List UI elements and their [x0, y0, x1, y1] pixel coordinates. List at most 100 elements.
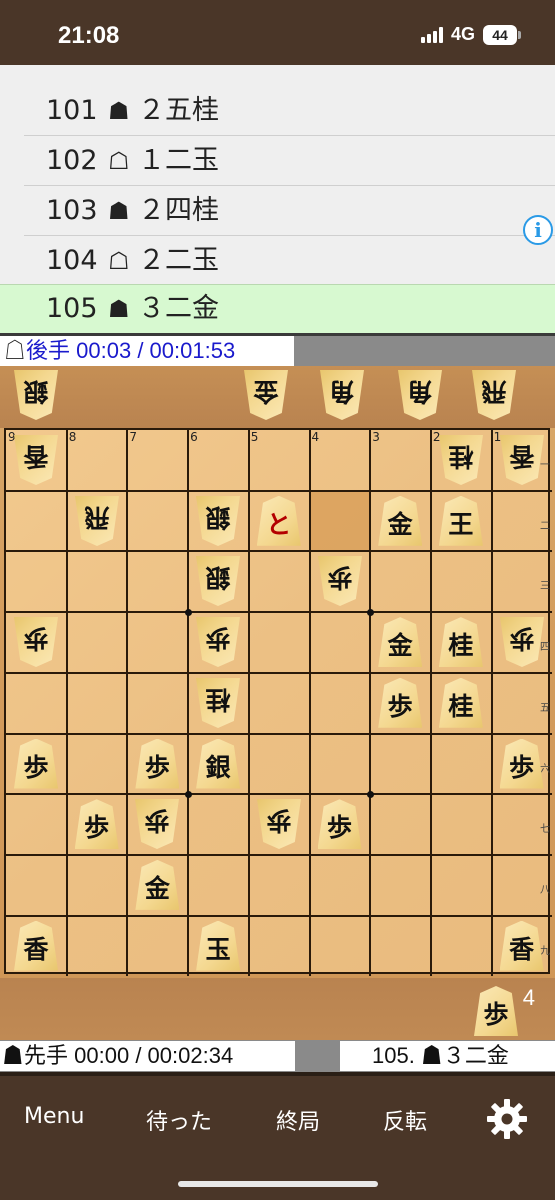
sente-piece[interactable]: 玉: [196, 920, 241, 971]
gote-piece[interactable]: 桂: [196, 678, 240, 728]
flip-board-button[interactable]: 反転: [383, 1104, 427, 1136]
gote-timer: ☖後手 00:03 / 00:01:53: [0, 336, 294, 366]
piece-label: 飛: [84, 502, 110, 532]
move-text: ２五桂: [138, 94, 219, 126]
gote-mark-icon: ☖: [4, 338, 27, 363]
status-time: 21:08: [58, 22, 120, 49]
star-point: [184, 790, 192, 798]
move-number: 101: [46, 94, 98, 126]
gote-mark-icon: ☖: [108, 146, 130, 175]
sente-mark-icon: ☗: [2, 1043, 25, 1068]
grid-line: [6, 793, 553, 796]
piece-label: 歩: [509, 752, 535, 782]
sente-piece[interactable]: 銀: [196, 738, 241, 789]
piece-label: 歩: [144, 806, 170, 836]
move-number: 104: [46, 244, 98, 276]
piece-label: 香: [23, 442, 49, 471]
gote-piece[interactable]: 銀: [14, 370, 58, 420]
piece-label: 桂: [205, 684, 231, 714]
gote-time: 00:03 / 00:01:53: [76, 338, 236, 363]
row-label: 八: [540, 884, 550, 896]
piece-label: 歩: [387, 691, 413, 721]
gote-piece[interactable]: 歩: [135, 799, 179, 849]
gote-piece[interactable]: 歩: [318, 556, 362, 606]
move-number: 105: [46, 293, 98, 324]
sente-piece[interactable]: 歩: [378, 677, 423, 728]
piece-label: 歩: [266, 806, 292, 836]
sente-piece[interactable]: 香: [499, 920, 544, 971]
column-label: 8: [68, 430, 77, 444]
sente-piece[interactable]: 金: [378, 495, 423, 546]
home-indicator[interactable]: [178, 1181, 378, 1187]
piece-label: 香: [509, 442, 535, 471]
gote-piece[interactable]: 歩: [257, 799, 301, 849]
sente-piece[interactable]: 歩: [317, 799, 362, 850]
info-icon[interactable]: i: [523, 215, 553, 245]
grid-line: [126, 430, 129, 977]
sente-piece[interactable]: 歩: [499, 738, 544, 789]
gote-piece[interactable]: 銀: [196, 496, 240, 546]
row-label: 七: [540, 824, 550, 836]
grid-line: [490, 430, 493, 977]
star-point: [366, 608, 374, 616]
column-label: 3: [372, 430, 380, 444]
piece-label: 金: [253, 377, 279, 406]
piece-label: 歩: [205, 624, 231, 654]
gote-piece[interactable]: 歩: [14, 617, 58, 667]
sente-piece[interactable]: 金: [378, 617, 423, 668]
sente-hand[interactable]: [0, 978, 555, 1040]
move-list[interactable]: 101 ☗ ２五桂 102 ☖ １二玉 103 ☗ ２四桂 104 ☖ ２二玉 …: [0, 65, 555, 333]
gote-piece[interactable]: 飛: [75, 496, 119, 546]
row-label: 五: [540, 702, 550, 714]
gote-piece[interactable]: 歩: [196, 617, 240, 667]
gote-piece[interactable]: 桂: [439, 435, 483, 485]
gote-piece[interactable]: 角: [320, 370, 364, 420]
grid-line: [308, 430, 311, 977]
sente-piece[interactable]: 歩: [74, 799, 119, 850]
sente-timer: ☗先手 00:00 / 00:02:34: [0, 1041, 295, 1071]
sente-piece[interactable]: 歩: [135, 738, 180, 789]
move-row[interactable]: 101 ☗ ２五桂: [24, 86, 555, 136]
move-number: 103: [46, 194, 98, 226]
piece-label: と: [266, 509, 292, 539]
gote-piece[interactable]: 歩: [500, 617, 544, 667]
piece-label: 角: [407, 377, 433, 406]
sente-piece[interactable]: と: [256, 495, 301, 546]
last-move-highlight: [309, 490, 371, 552]
move-row[interactable]: 103 ☗ ２四桂: [24, 186, 555, 236]
piece-label: 歩: [23, 752, 49, 782]
move-row[interactable]: 104 ☖ ２二玉: [24, 236, 555, 286]
sente-piece[interactable]: 歩: [474, 986, 518, 1036]
piece-label: 歩: [144, 752, 170, 782]
gote-piece[interactable]: 銀: [196, 556, 240, 606]
gote-label: 後手: [26, 338, 71, 363]
move-number: 102: [46, 144, 98, 176]
sente-piece[interactable]: 王: [438, 495, 483, 546]
piece-label: 桂: [448, 442, 474, 471]
gear-icon[interactable]: [486, 1098, 528, 1140]
piece-label: 金: [387, 631, 413, 661]
menu-button[interactable]: Menu: [24, 1104, 84, 1129]
sente-piece[interactable]: 歩: [14, 738, 58, 789]
gote-piece[interactable]: 飛: [472, 370, 516, 420]
sente-piece[interactable]: 桂: [438, 617, 483, 668]
sente-piece[interactable]: 香: [14, 920, 58, 971]
piece-label: 金: [144, 873, 170, 903]
grid-line: [6, 550, 553, 553]
gote-piece[interactable]: 角: [398, 370, 442, 420]
cellular-signal-icon: [420, 26, 443, 43]
grid-line: [369, 430, 372, 977]
gote-piece[interactable]: 香: [14, 435, 58, 485]
move-row[interactable]: 102 ☖ １二玉: [24, 136, 555, 186]
gote-piece[interactable]: 香: [500, 435, 544, 485]
sente-piece[interactable]: 金: [135, 859, 180, 910]
piece-label: 銀: [205, 563, 231, 593]
piece-label: 歩: [509, 624, 535, 654]
end-game-button[interactable]: 終局: [276, 1104, 320, 1136]
sente-mark-icon: ☗: [108, 295, 130, 323]
move-row-current[interactable]: 105 ☗ ３二金: [0, 284, 555, 333]
row-label: 二: [540, 520, 550, 532]
undo-button[interactable]: 待った: [146, 1104, 212, 1136]
sente-piece[interactable]: 桂: [438, 677, 483, 728]
gote-piece[interactable]: 金: [244, 370, 288, 420]
